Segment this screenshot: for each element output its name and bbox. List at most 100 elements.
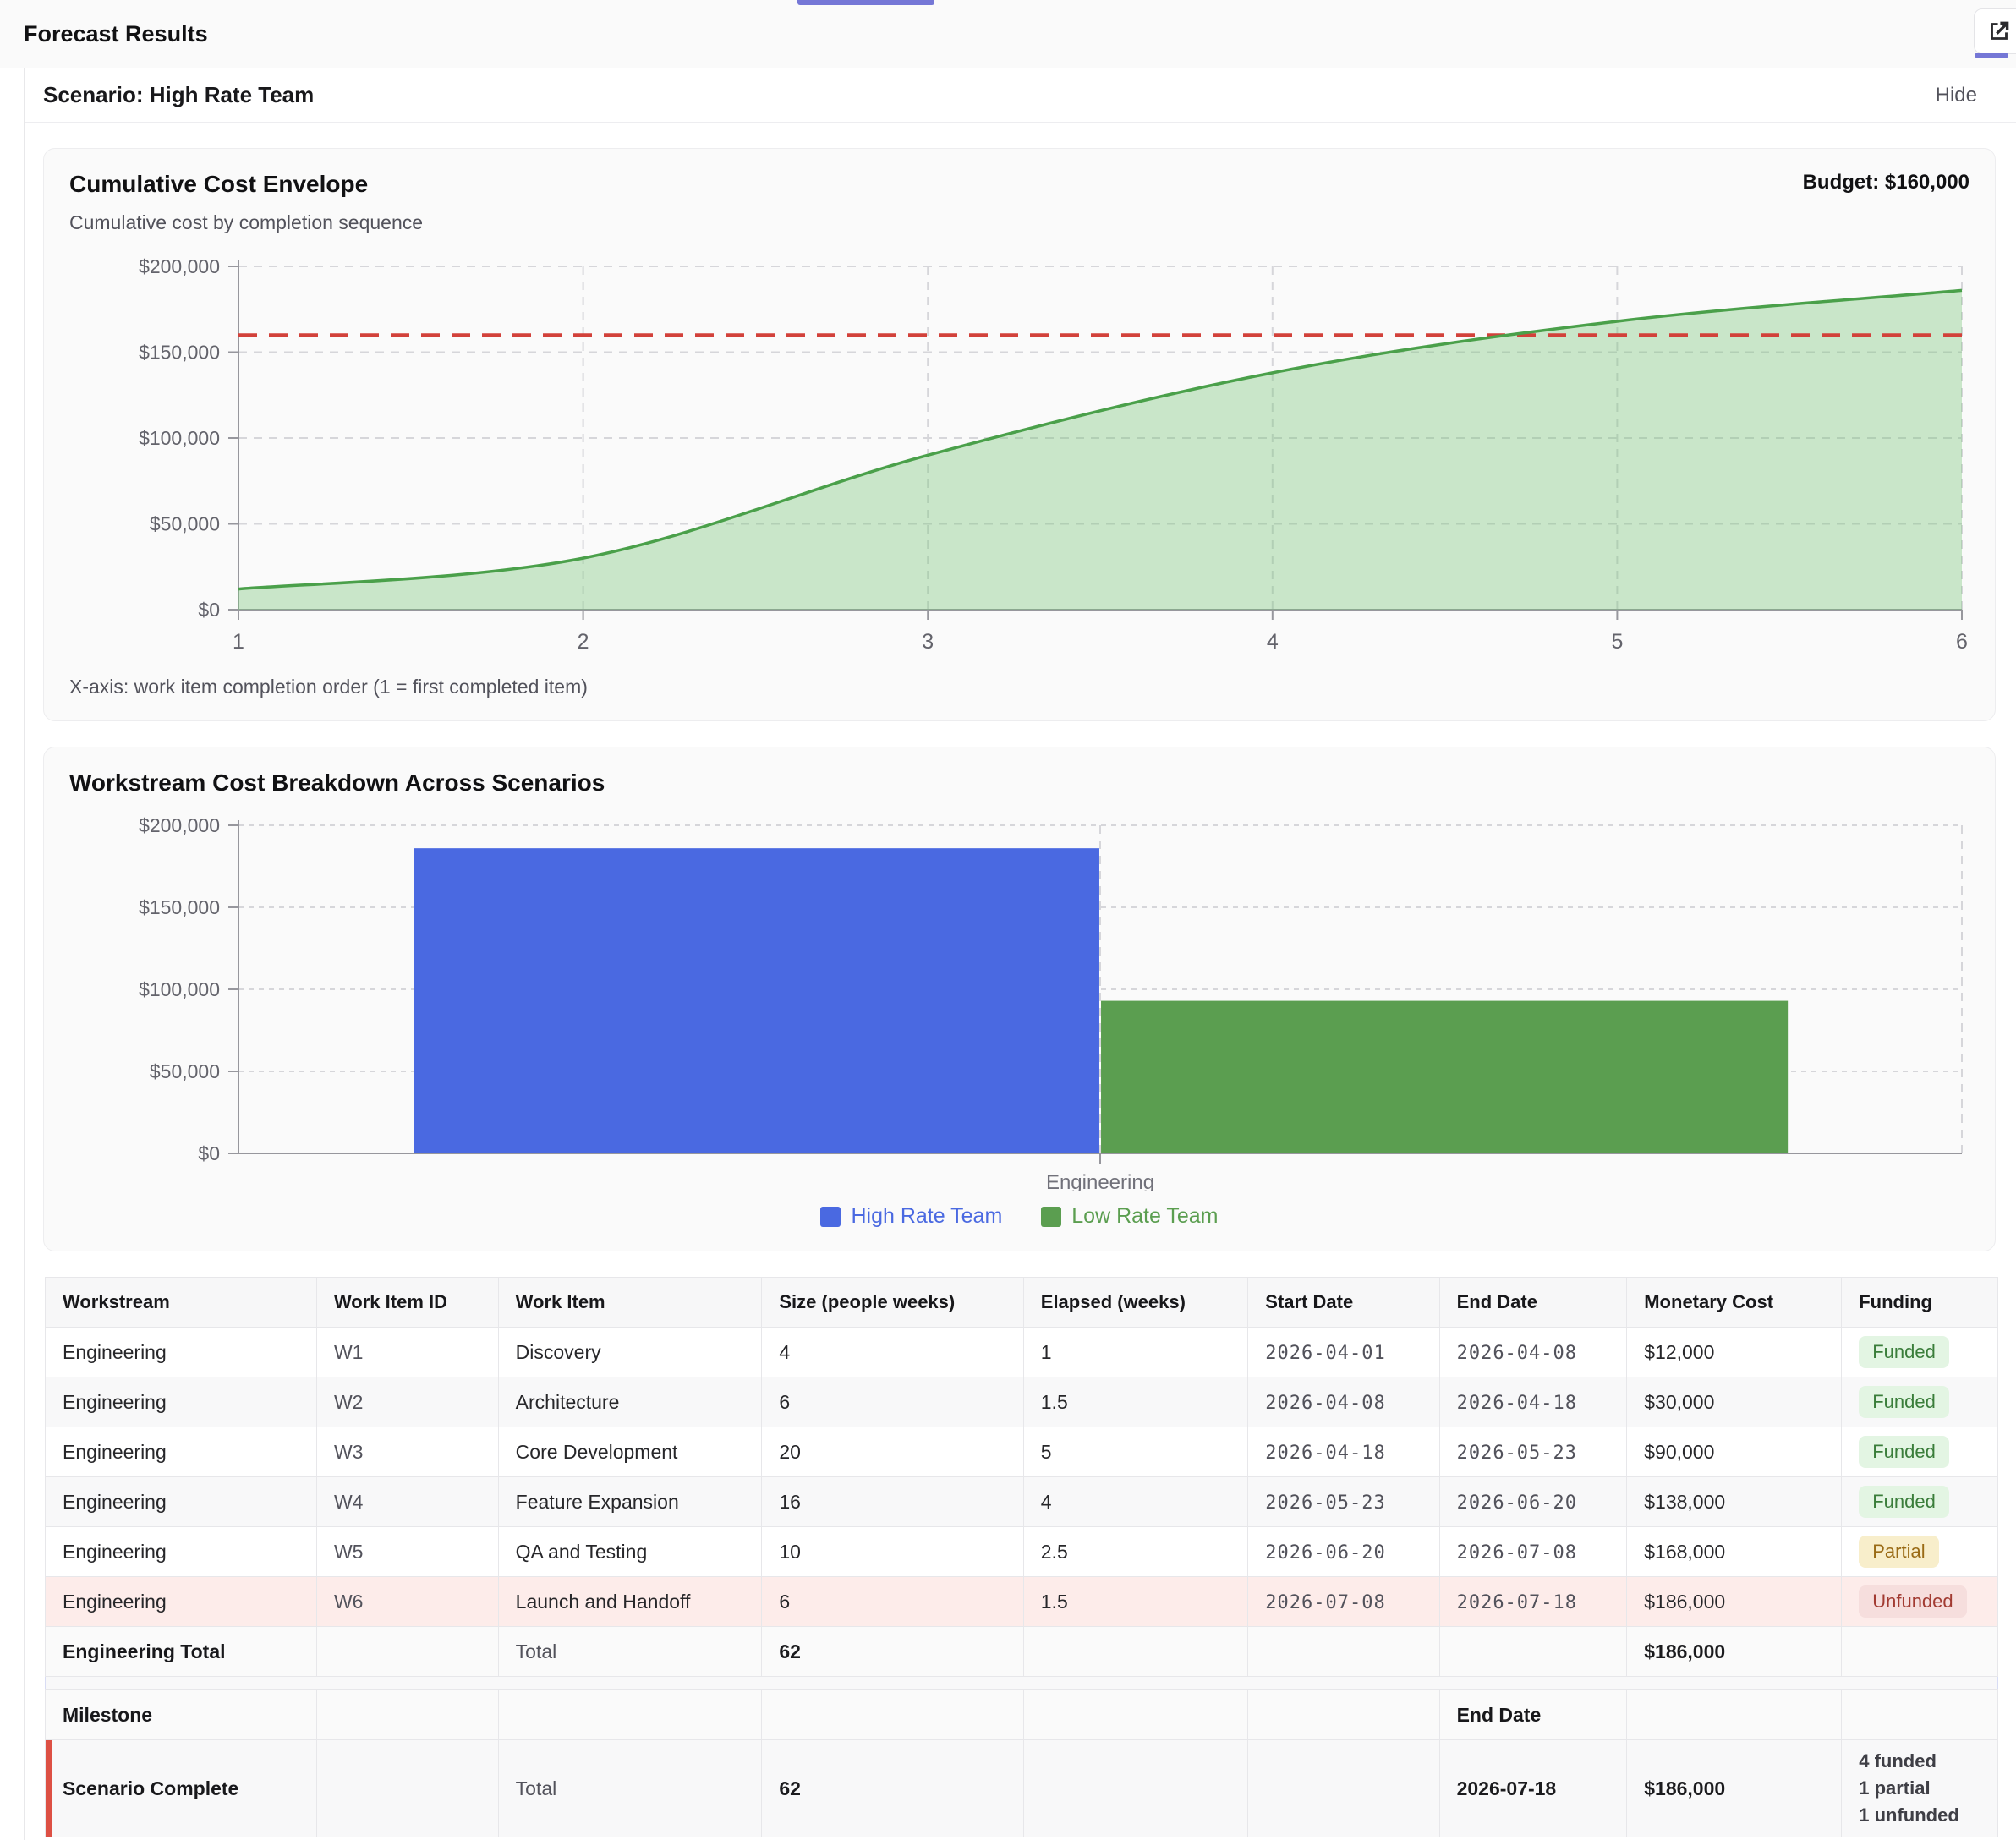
cell: 1.5: [1023, 1377, 1248, 1427]
column-header-elapsed-weeks-: Elapsed (weeks): [1023, 1278, 1248, 1328]
svg-text:6: 6: [1956, 630, 1968, 652]
scenario-complete-row: Scenario CompleteTotal622026-07-18$186,0…: [46, 1740, 1998, 1837]
scenario-total-cost: $186,000: [1627, 1740, 1842, 1837]
svg-text:$0: $0: [198, 599, 220, 621]
svg-text:Engineering: Engineering: [1046, 1171, 1154, 1191]
cell: $186,000: [1627, 1577, 1842, 1627]
work-item-id: W2: [316, 1377, 498, 1427]
bar-high-rate-team: [414, 848, 1099, 1153]
scenario-title: Scenario: High Rate Team: [43, 82, 314, 108]
engineering-total-row: Engineering TotalTotal62$186,000: [46, 1627, 1998, 1677]
funding-badge: Funded: [1859, 1386, 1949, 1418]
cell: Engineering: [46, 1427, 317, 1477]
start-date: 2026-04-18: [1248, 1427, 1439, 1477]
cumulative-area-series: [238, 290, 1962, 610]
funding-badge: Unfunded: [1859, 1585, 1966, 1618]
legend-item-high-rate: High Rate Team: [820, 1204, 1002, 1229]
svg-text:$150,000: $150,000: [139, 342, 220, 364]
page-title: Forecast Results: [24, 21, 208, 47]
scenario-end-date: 2026-07-18: [1439, 1740, 1627, 1837]
column-header-start-date: Start Date: [1248, 1278, 1439, 1328]
work-item-row-w6: EngineeringW6Launch and Handoff61.52026-…: [46, 1577, 1998, 1627]
x-axis-caption: X-axis: work item completion order (1 = …: [69, 676, 1969, 698]
funding-summary: 4 funded1 partial1 unfunded: [1859, 1748, 1980, 1829]
funding-cell: Funded: [1842, 1328, 1998, 1377]
end-date: 2026-06-20: [1439, 1477, 1627, 1527]
cell: 5: [1023, 1427, 1248, 1477]
svg-text:$100,000: $100,000: [139, 427, 220, 449]
cell: Discovery: [498, 1328, 762, 1377]
cell: 20: [762, 1427, 1023, 1477]
funding-badge: Funded: [1859, 1436, 1949, 1468]
funding-cell: Unfunded: [1842, 1577, 1998, 1627]
hide-link[interactable]: Hide: [1936, 84, 1977, 107]
cell: $12,000: [1627, 1328, 1842, 1377]
high-rate-swatch: [820, 1207, 841, 1227]
svg-text:5: 5: [1611, 630, 1623, 652]
cell: Launch and Handoff: [498, 1577, 762, 1627]
cell: Feature Expansion: [498, 1477, 762, 1527]
column-header-end-date: End Date: [1439, 1278, 1627, 1328]
cumulative-chart-subtitle: Cumulative cost by completion sequence: [69, 211, 423, 234]
low-rate-swatch: [1041, 1207, 1061, 1227]
work-items-table-wrap: WorkstreamWork Item IDWork ItemSize (peo…: [45, 1277, 1994, 1837]
end-date: 2026-05-23: [1439, 1427, 1627, 1477]
cell: 4: [762, 1328, 1023, 1377]
cell: 10: [762, 1527, 1023, 1577]
cell: 6: [762, 1577, 1023, 1627]
end-date: 2026-04-18: [1439, 1377, 1627, 1427]
start-date: 2026-06-20: [1248, 1527, 1439, 1577]
svg-text:4: 4: [1267, 630, 1279, 652]
button-accent-underline: [1975, 53, 2008, 58]
cell: Architecture: [498, 1377, 762, 1427]
column-header-workstream: Workstream: [46, 1278, 317, 1328]
cell: 1.5: [1023, 1577, 1248, 1627]
open-external-button[interactable]: [1974, 8, 2016, 54]
column-header-work-item-id: Work Item ID: [316, 1278, 498, 1328]
funding-cell: Funded: [1842, 1427, 1998, 1477]
scenario-header: Scenario: High Rate Team Hide: [25, 68, 2016, 123]
budget-label: Budget: $160,000: [1803, 171, 1969, 194]
milestone-header-row: MilestoneEnd Date: [46, 1690, 1998, 1740]
work-item-id: W5: [316, 1527, 498, 1577]
work-item-id: W3: [316, 1427, 498, 1477]
start-date: 2026-07-08: [1248, 1577, 1439, 1627]
end-date: 2026-07-18: [1439, 1577, 1627, 1627]
cell: Core Development: [498, 1427, 762, 1477]
scenario-content: Cumulative Cost Envelope Cumulative cost…: [25, 123, 2016, 1837]
breakdown-chart: $0$50,000$100,000$150,000$200,000Enginee…: [69, 817, 1970, 1191]
svg-text:2: 2: [578, 630, 589, 652]
top-scroll-indicator: [797, 0, 934, 5]
milestone-end-date-label: End Date: [1439, 1690, 1627, 1740]
end-date: 2026-04-08: [1439, 1328, 1627, 1377]
end-date: 2026-07-08: [1439, 1527, 1627, 1577]
legend-item-low-rate: Low Rate Team: [1041, 1204, 1218, 1229]
svg-text:3: 3: [922, 630, 934, 652]
separator-band: [46, 1677, 1998, 1690]
start-date: 2026-04-08: [1248, 1377, 1439, 1427]
cell: $138,000: [1627, 1477, 1842, 1527]
table-header-row: WorkstreamWork Item IDWork ItemSize (peo…: [46, 1278, 1998, 1328]
svg-text:$50,000: $50,000: [150, 1060, 220, 1082]
work-item-id: W4: [316, 1477, 498, 1527]
cell: Engineering: [46, 1477, 317, 1527]
top-bar: Forecast Results: [0, 0, 2016, 68]
work-item-id: W1: [316, 1328, 498, 1377]
column-header-funding: Funding: [1842, 1278, 1998, 1328]
column-header-monetary-cost: Monetary Cost: [1627, 1278, 1842, 1328]
work-item-row-w3: EngineeringW3Core Development2052026-04-…: [46, 1427, 1998, 1477]
scenario-panel: Scenario: High Rate Team Hide Cumulative…: [24, 68, 2016, 1840]
scenario-complete-label: Scenario Complete: [46, 1740, 317, 1837]
cell: 6: [762, 1377, 1023, 1427]
svg-text:$150,000: $150,000: [139, 896, 220, 918]
funding-cell: Funded: [1842, 1477, 1998, 1527]
separator-cell: [46, 1677, 1998, 1690]
funding-badge: Partial: [1859, 1536, 1938, 1568]
cell: Engineering: [46, 1328, 317, 1377]
high-rate-label: High Rate Team: [851, 1204, 1002, 1229]
cell: QA and Testing: [498, 1527, 762, 1577]
workstream-breakdown-card: Workstream Cost Breakdown Across Scenari…: [43, 747, 1996, 1251]
svg-text:$100,000: $100,000: [139, 978, 220, 1000]
external-link-icon: [1985, 17, 2013, 46]
cell: $168,000: [1627, 1527, 1842, 1577]
